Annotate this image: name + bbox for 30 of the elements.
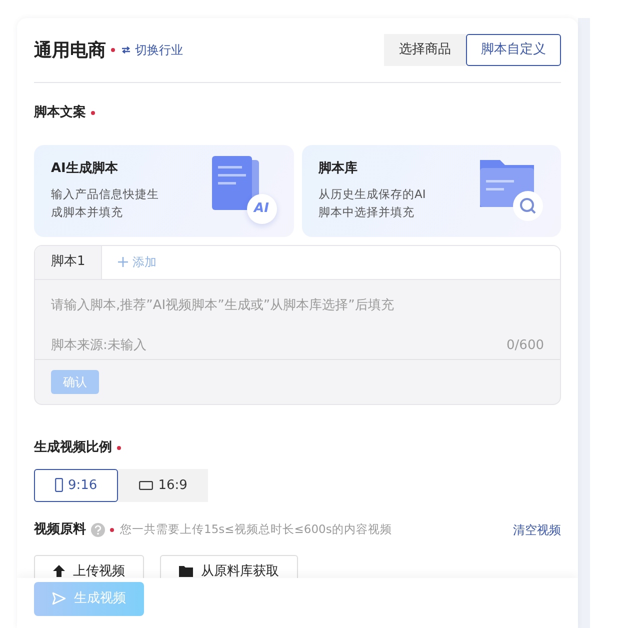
page-title: 通用电商 bbox=[34, 38, 106, 62]
section-label: 视频原料 bbox=[34, 521, 86, 539]
section-label: 生成视频比例 bbox=[34, 439, 112, 457]
card-description: 从历史生成保存的AI脚本中选择并填充 bbox=[318, 186, 427, 222]
ai-badge: AI bbox=[246, 194, 276, 224]
help-icon[interactable] bbox=[91, 522, 105, 537]
ratio-option[interactable]: 16:9 bbox=[118, 468, 208, 502]
phone-icon bbox=[55, 478, 63, 492]
source-button[interactable]: 从原料库获取 bbox=[160, 554, 298, 578]
script-source-text: 脚本来源:未输入 bbox=[51, 336, 146, 354]
swap-icon bbox=[121, 46, 131, 54]
mode-tab[interactable]: 脚本自定义 bbox=[466, 34, 561, 66]
clear-videos-link[interactable]: 清空视频 bbox=[513, 520, 561, 539]
hint-text: 您一共需要上传15s≤视频总时长≤600s的内容视频 bbox=[120, 521, 392, 538]
card-title: AI生成脚本 bbox=[51, 160, 119, 178]
ratio-option[interactable]: 9:16 bbox=[34, 468, 118, 502]
char-counter: 0/600 bbox=[506, 336, 544, 354]
source-button[interactable]: 上传视频 bbox=[34, 554, 144, 578]
card-title: 脚本库 bbox=[318, 160, 358, 178]
screen-icon bbox=[139, 480, 154, 490]
plus-icon bbox=[118, 257, 128, 267]
card-description: 输入产品信息快捷生成脚本并填充 bbox=[51, 186, 160, 222]
script-source-card[interactable]: 脚本库 从历史生成保存的AI脚本中选择并填充 bbox=[302, 144, 561, 236]
script-tab[interactable]: 脚本1 bbox=[35, 246, 102, 278]
switch-industry-link[interactable]: 切换行业 bbox=[121, 41, 183, 59]
script-source-card[interactable]: AI生成脚本 输入产品信息快捷生成脚本并填充 AI bbox=[34, 144, 294, 236]
send-icon bbox=[52, 592, 66, 606]
mode-tab[interactable]: 选择商品 bbox=[384, 34, 466, 66]
section-label: 脚本文案 bbox=[34, 104, 86, 122]
upload-icon bbox=[53, 565, 65, 578]
